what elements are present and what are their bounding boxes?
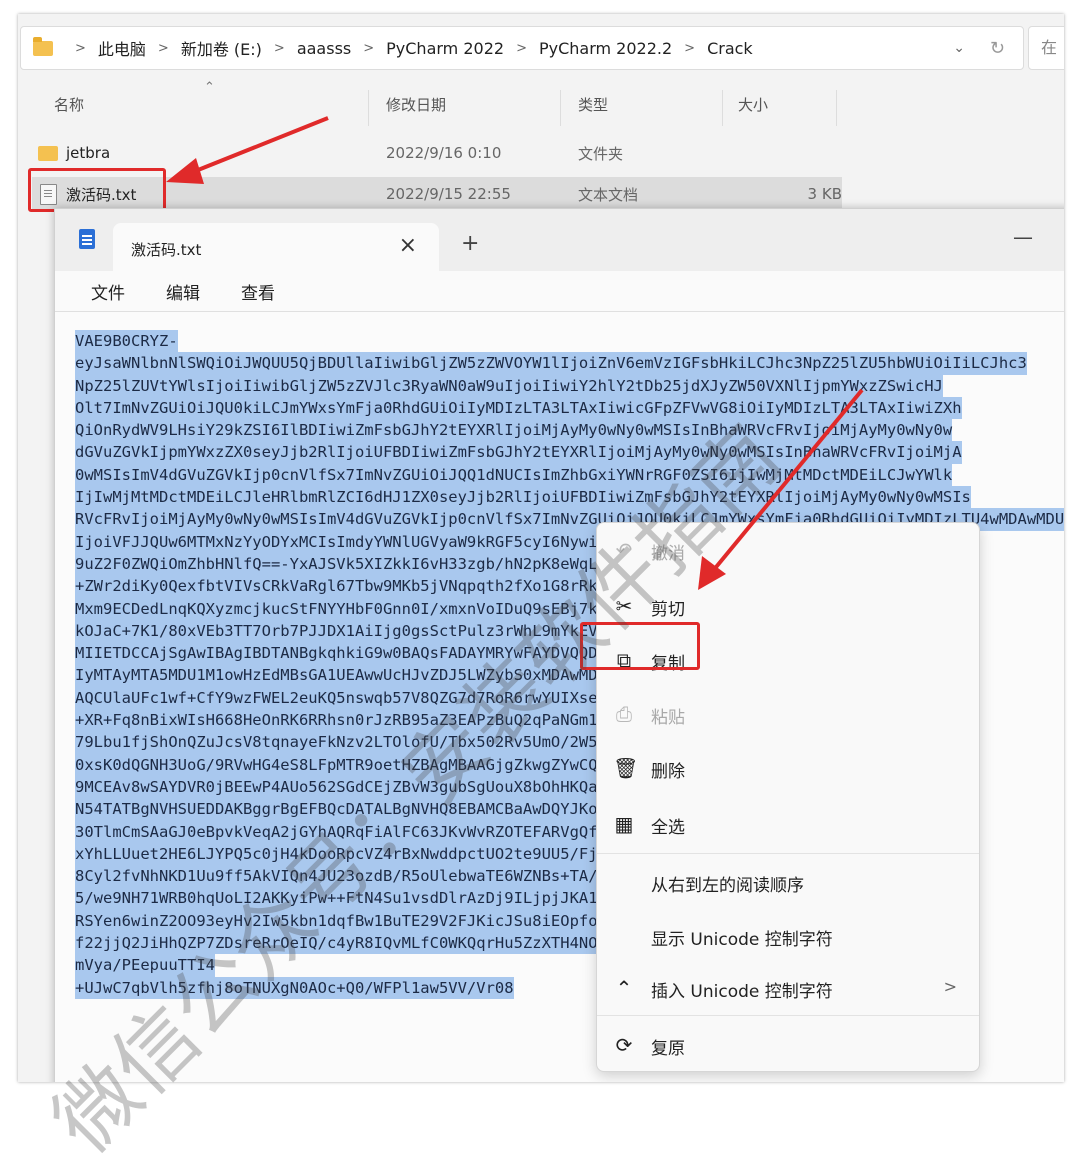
arrow-head [166,158,204,184]
annotation-arrows [166,116,864,590]
arrow-to-file [187,116,329,176]
